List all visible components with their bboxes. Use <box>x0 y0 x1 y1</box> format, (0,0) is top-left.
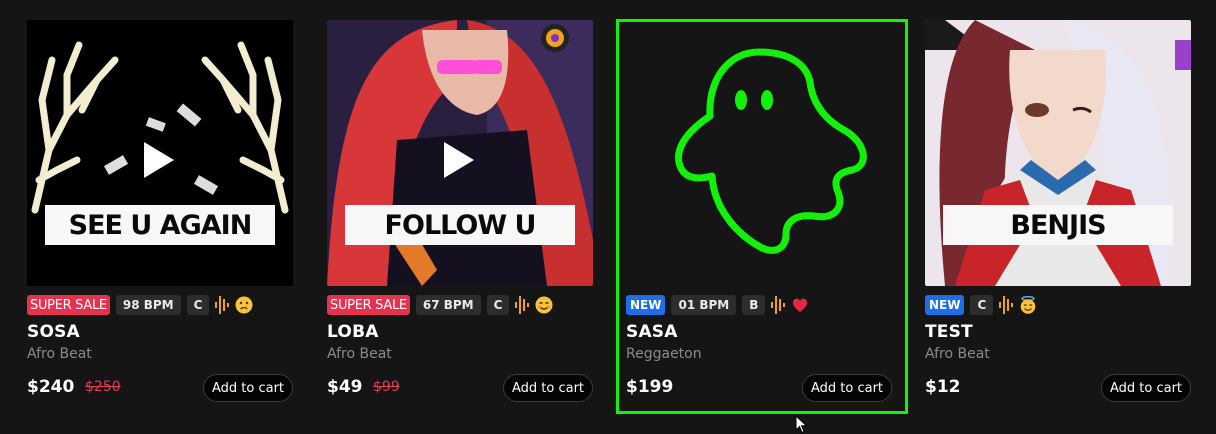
play-icon[interactable] <box>442 140 476 180</box>
beat-price: $199 <box>626 377 674 397</box>
beat-price: $49 <box>327 377 363 397</box>
crying-face-emoji <box>235 296 253 314</box>
add-to-cart-button[interactable]: Add to cart <box>1101 374 1191 402</box>
beat-genre: Reggaeton <box>626 346 702 362</box>
beat-genre: Afro Beat <box>925 346 990 362</box>
sale-badge: SUPER SALE <box>27 295 110 315</box>
artwork-title: SEE U AGAIN <box>45 205 275 245</box>
beat-grid: SEE U AGAIN SUPER SALE 98 BPM C SOSA Afr… <box>27 19 1197 420</box>
artwork-title: FOLLOW U <box>345 205 575 245</box>
beat-name[interactable]: LOBA <box>327 322 379 342</box>
beat-name[interactable]: SASA <box>626 322 678 342</box>
bpm-badge: 67 BPM <box>415 295 481 315</box>
beat-name[interactable]: SOSA <box>27 322 80 342</box>
beat-old-price: $99 <box>373 379 400 395</box>
new-badge: NEW <box>925 295 965 315</box>
key-badge: C <box>186 295 210 315</box>
add-to-cart-button[interactable]: Add to cart <box>802 374 892 402</box>
beat-old-price: $250 <box>85 379 121 395</box>
play-icon[interactable] <box>142 140 176 180</box>
beat-price: $240 <box>27 377 75 397</box>
beat-artwork[interactable]: BENJIS <box>925 20 1191 286</box>
waveform-icon <box>515 296 530 314</box>
mouse-cursor-icon <box>795 415 808 434</box>
waveform-icon <box>215 296 230 314</box>
waveform-icon <box>771 296 786 314</box>
key-badge: C <box>970 295 994 315</box>
artwork-title: BENJIS <box>943 205 1173 245</box>
beat-genre: Afro Beat <box>327 346 392 362</box>
ghost-icon <box>626 20 892 286</box>
beat-artwork[interactable]: SEE U AGAIN <box>27 20 293 286</box>
beat-tags: SUPER SALE 67 BPM C <box>327 294 553 316</box>
beat-tags: NEW C <box>925 294 1037 316</box>
sale-badge: SUPER SALE <box>327 295 410 315</box>
beat-artwork[interactable] <box>626 20 892 286</box>
bpm-badge: 98 BPM <box>115 295 181 315</box>
beat-card-sasa[interactable]: NEW 01 BPM B SASA Reggaeton $199 Add to … <box>616 19 908 414</box>
heart-icon[interactable] <box>791 296 809 314</box>
beat-artwork[interactable]: FOLLOW U <box>327 20 593 286</box>
beat-name[interactable]: TEST <box>925 322 973 342</box>
smiling-face-emoji <box>535 296 553 314</box>
new-badge: NEW <box>626 295 666 315</box>
beat-card-test[interactable]: BENJIS NEW C TEST Afro Beat $12 Add to c… <box>925 20 1191 410</box>
beat-tags: NEW 01 BPM B <box>626 294 809 316</box>
beat-card-loba[interactable]: FOLLOW U SUPER SALE 67 BPM C LOBA Afro B… <box>327 20 593 410</box>
add-to-cart-button[interactable]: Add to cart <box>503 374 593 402</box>
halo-face-emoji <box>1020 296 1036 314</box>
beat-tags: SUPER SALE 98 BPM C <box>27 294 253 316</box>
key-badge: B <box>742 295 766 315</box>
waveform-icon <box>999 296 1014 314</box>
anime-girl-artwork <box>925 20 1191 286</box>
beat-genre: Afro Beat <box>27 346 92 362</box>
add-to-cart-button[interactable]: Add to cart <box>203 374 293 402</box>
beat-card-sosa[interactable]: SEE U AGAIN SUPER SALE 98 BPM C SOSA Afr… <box>27 20 293 410</box>
bpm-badge: 01 BPM <box>671 295 737 315</box>
beat-price: $12 <box>925 377 961 397</box>
key-badge: C <box>486 295 510 315</box>
